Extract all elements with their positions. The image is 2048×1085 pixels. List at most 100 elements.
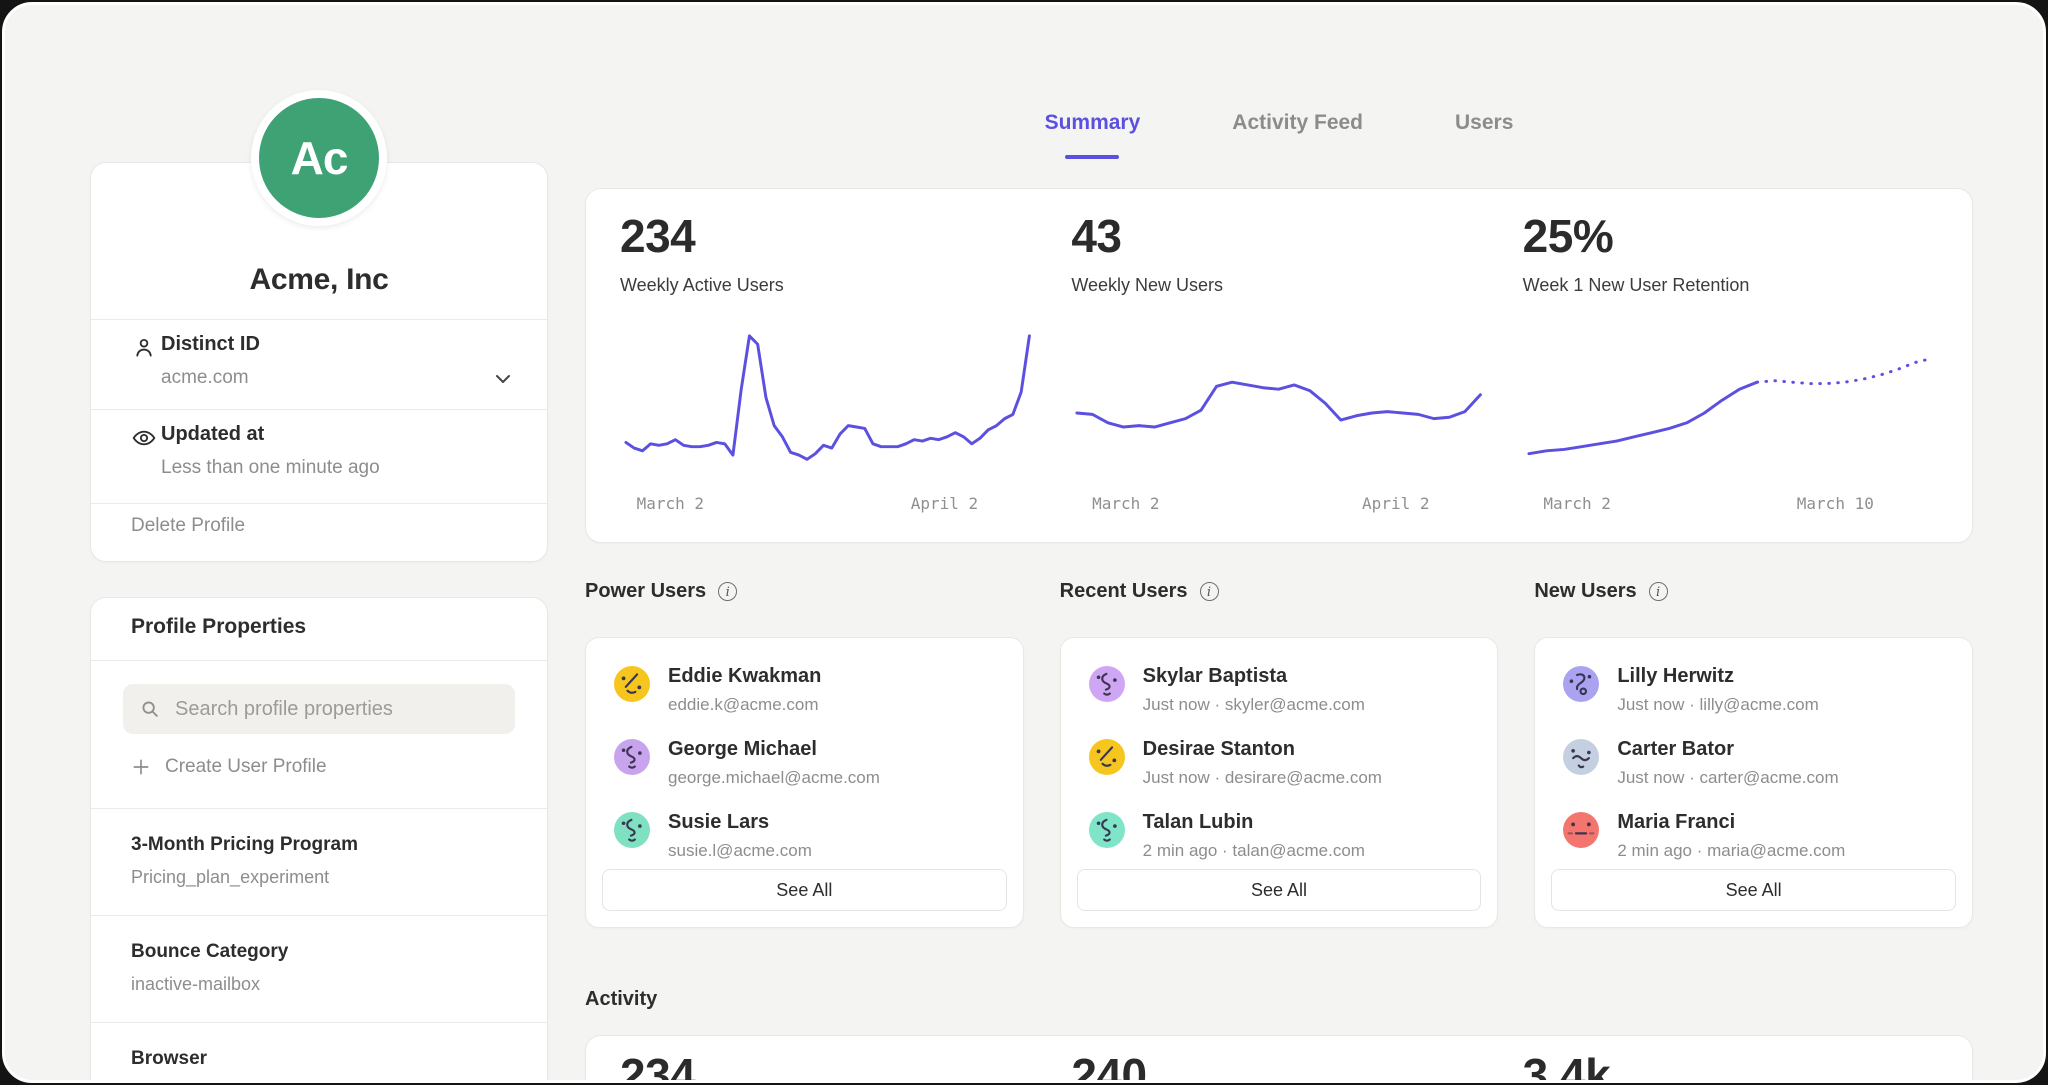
profile-properties-list: 3-Month Pricing ProgramPricing_plan_expe… [91,808,547,1083]
list-heading: Power Usersi [585,577,1024,605]
stat-label: Weekly New Users [1071,275,1486,296]
user-row[interactable]: Susie Larssusie.l@acme.com [586,812,1023,861]
user-row[interactable]: Desirae StantonJust now · desirare@acme.… [1061,739,1498,788]
user-row[interactable]: Maria Franci2 min ago · maria@acme.com [1535,812,1972,861]
see-all-button[interactable]: See All [1077,869,1482,911]
activity-stat-value: 3.4k [1523,1052,1938,1083]
x-axis-ticks: March 2April 2 [620,494,1035,520]
list-title: New Users [1534,580,1636,603]
doodle-face-icon [1563,739,1599,775]
user-subtitle: Just now · lilly@acme.com [1617,695,1818,715]
user-name: Skylar Baptista [1143,666,1365,686]
user-avatar [614,739,650,775]
user-list-new-users: New Users i Lilly Herwitz Just now · lilly@… [1534,577,1973,928]
user-subtitle: 2 min ago · talan@acme.com [1143,841,1365,861]
user-subtitle: Just now · skyler@acme.com [1143,695,1365,715]
updated-at-value: Less than one minute ago [161,457,515,479]
chevron-down-icon[interactable] [491,367,515,391]
see-all-button[interactable]: See All [602,869,1007,911]
user-avatar [1089,739,1125,775]
profile-property-row: BrowserChrome [91,1022,547,1083]
line-chart [1523,326,1938,484]
divider [91,660,547,661]
doodle-face-icon [1089,739,1125,775]
user-subtitle: eddie.k@acme.com [668,695,821,715]
user-row[interactable]: Skylar Baptista Just now · skyler@acme.co… [1061,666,1498,715]
search-icon [139,698,161,720]
user-row[interactable]: Lilly Herwitz Just now · lilly@acme.com [1535,666,1972,715]
user-name: Desirae Stanton [1143,739,1382,759]
activity-stat-column: 240 [1071,1052,1486,1083]
user-name: Lilly Herwitz [1617,666,1818,686]
person-icon [131,335,157,361]
create-user-profile-label: Create User Profile [165,756,327,778]
divider [91,319,547,320]
eye-icon [131,425,157,451]
stat-column-2: 43Weekly New UsersMarch 2April 2 [1071,213,1486,542]
user-text: Desirae StantonJust now · desirare@acme.… [1143,739,1382,788]
user-text: Talan Lubin 2 min ago · talan@acme.com [1143,812,1365,861]
user-row[interactable]: George Michaelgeorge.michael@acme.com [586,739,1023,788]
stat-value: 234 [620,213,1035,259]
x-tick-label: March 2 [1092,494,1159,513]
user-text: Carter BatorJust now · carter@acme.com [1617,739,1838,788]
user-row[interactable]: Carter BatorJust now · carter@acme.com [1535,739,1972,788]
list-heading: New Users i [1534,577,1973,605]
user-text: George Michaelgeorge.michael@acme.com [668,739,880,788]
user-avatar [1563,812,1599,848]
main-panel: SummaryActivity FeedUsers 234Weekly Acti… [585,5,1973,1083]
doodle-face-icon [614,666,650,702]
create-user-profile-button[interactable]: Create User Profile [131,756,327,778]
user-subtitle: 2 min ago · maria@acme.com [1617,841,1845,861]
user-name: Talan Lubin [1143,812,1365,832]
user-subtitle: Just now · carter@acme.com [1617,768,1838,788]
company-avatar: Ac [251,90,387,226]
activity-stat-value: 240 [1071,1052,1486,1083]
doodle-face-icon [1563,666,1599,702]
user-row[interactable]: Eddie Kwakman eddie.k@acme.com [586,666,1023,715]
user-name: George Michael [668,739,880,759]
user-row[interactable]: Talan Lubin 2 min ago · talan@acme.com [1061,812,1498,861]
property-label: Bounce Category [131,941,507,963]
user-list-card: Lilly Herwitz Just now · lilly@acme.com Ca… [1534,637,1973,928]
doodle-face-icon [1563,812,1599,848]
see-all-button[interactable]: See All [1551,869,1956,911]
distinct-id-value: acme.com [161,367,515,389]
search-input[interactable] [173,697,499,722]
x-tick-label: March 2 [1543,494,1610,513]
activity-stat-column: 234 [620,1052,1035,1083]
list-heading: Recent Usersi [1060,577,1499,605]
user-text: Lilly Herwitz Just now · lilly@acme.com [1617,666,1818,715]
user-avatar [1089,812,1125,848]
tab-activity-feed[interactable]: Activity Feed [1232,111,1363,159]
property-label: 3-Month Pricing Program [131,834,507,856]
line-chart [1071,326,1486,484]
profile-properties-search [123,684,515,734]
tab-summary[interactable]: Summary [1045,111,1141,159]
divider [91,409,547,410]
activity-stat-column: 3.4k [1523,1052,1938,1083]
info-icon[interactable]: i [1649,582,1668,601]
info-icon[interactable]: i [1200,582,1219,601]
x-axis-ticks: March 2March 10 [1523,494,1938,520]
user-text: Skylar Baptista Just now · skyler@acme.co… [1143,666,1365,715]
profile-properties-card: Profile Properties Create User Profile 3… [90,597,548,1083]
stat-column-3: 25%Week 1 New User RetentionMarch 2March… [1523,213,1938,542]
profile-property-row: 3-Month Pricing ProgramPricing_plan_expe… [91,808,547,915]
profile-property-row: Bounce Categoryinactive-mailbox [91,915,547,1022]
user-name: Eddie Kwakman [668,666,821,686]
updated-at-label: Updated at [161,423,515,446]
user-text: Maria Franci2 min ago · maria@acme.com [1617,812,1845,861]
user-avatar [1089,666,1125,702]
info-icon[interactable]: i [718,582,737,601]
doodle-face-icon [614,812,650,848]
delete-profile-button[interactable]: Delete Profile [131,515,245,537]
doodle-face-icon [1089,666,1125,702]
user-list-card: Skylar Baptista Just now · skyler@acme.co… [1060,637,1499,928]
user-text: Susie Larssusie.l@acme.com [668,812,812,861]
user-avatar [1563,739,1599,775]
company-name: Acme, Inc [91,263,547,297]
tab-users[interactable]: Users [1455,111,1513,159]
app-window: Ac Acme, Inc Distinct ID acme.com [0,0,2048,1085]
updated-at-row: Updated at Less than one minute ago [131,423,515,479]
